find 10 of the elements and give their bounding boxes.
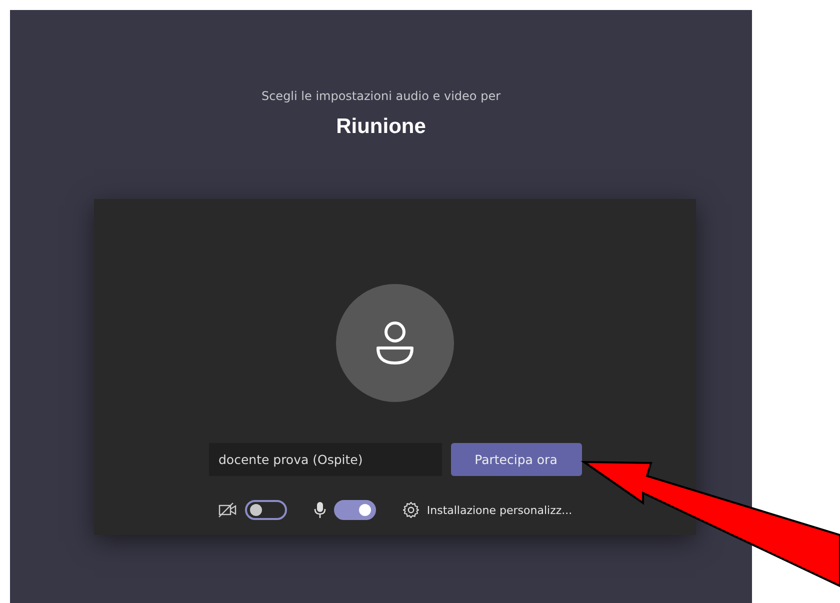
settings-link[interactable]: Installazione personalizz... [402, 501, 572, 519]
microphone-icon [312, 501, 327, 519]
camera-off-icon [218, 502, 238, 518]
join-button[interactable]: Partecipa ora [450, 443, 582, 476]
camera-toggle[interactable] [244, 500, 287, 520]
settings-icon [402, 501, 420, 519]
meeting-title: Riunione [336, 115, 426, 139]
prompt-text: Scegli le impostazioni audio e video per [261, 89, 501, 103]
name-field[interactable]: docente prova (Ospite) [208, 443, 442, 476]
microphone-toggle[interactable] [334, 500, 376, 520]
